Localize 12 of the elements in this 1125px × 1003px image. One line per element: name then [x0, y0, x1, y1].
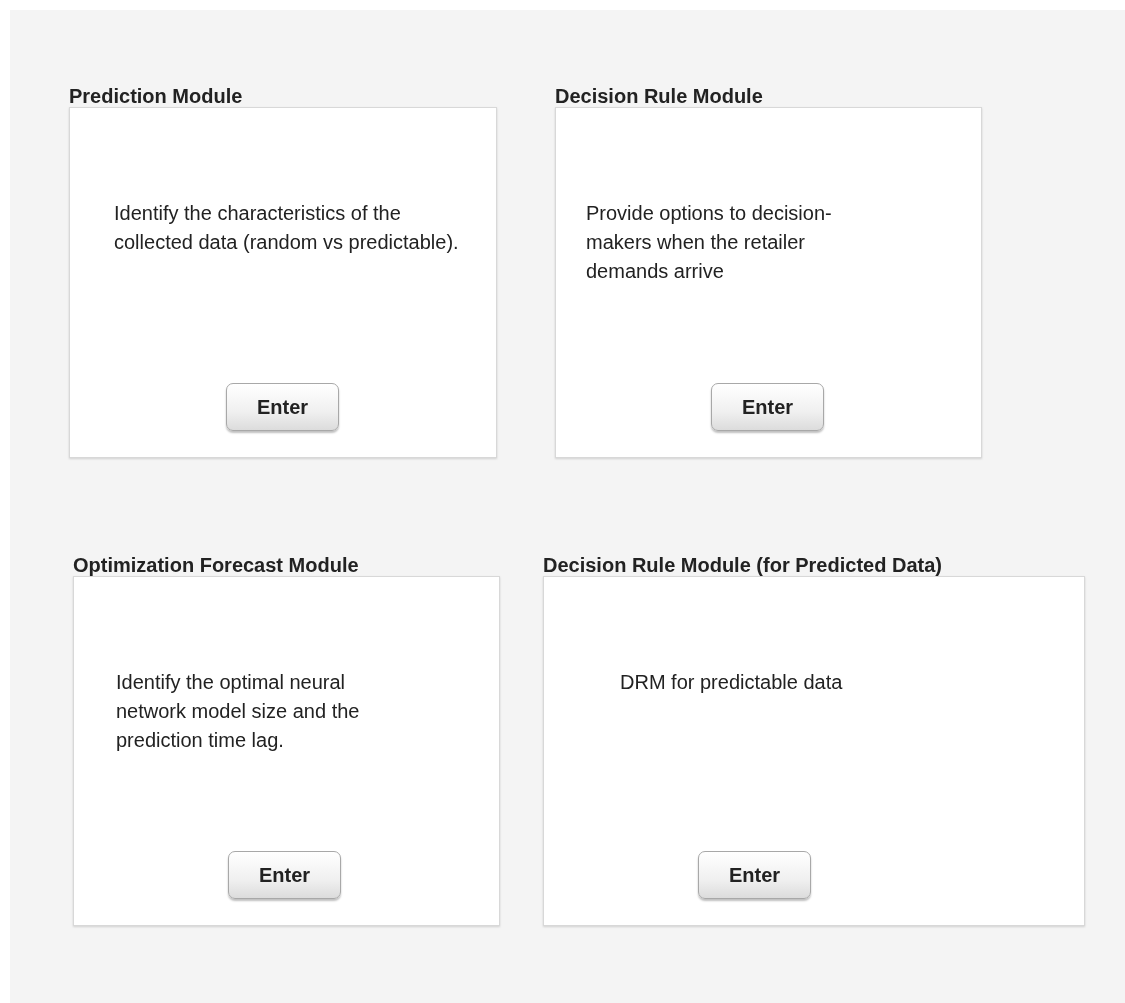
module-title: Optimization Forecast Module [73, 554, 359, 576]
enter-button[interactable]: Enter [698, 851, 811, 899]
enter-button[interactable]: Enter [228, 851, 341, 899]
module-title: Prediction Module [69, 85, 243, 107]
module-description: Identify the optimal neural network model size and the prediction time lag. [116, 670, 361, 753]
module-description: Provide options to decision-makers when the retailer demands arrive [586, 201, 833, 284]
enter-button[interactable]: Enter [711, 383, 824, 431]
module-description: DRM for predictable data [620, 670, 844, 695]
module-title: Decision Rule Module [555, 85, 763, 107]
module-description: Identify the characteristics of the collected data (random vs predictable). [114, 201, 460, 255]
module-title: Decision Rule Module (for Predicted Data) [543, 554, 942, 576]
enter-button[interactable]: Enter [226, 383, 339, 431]
